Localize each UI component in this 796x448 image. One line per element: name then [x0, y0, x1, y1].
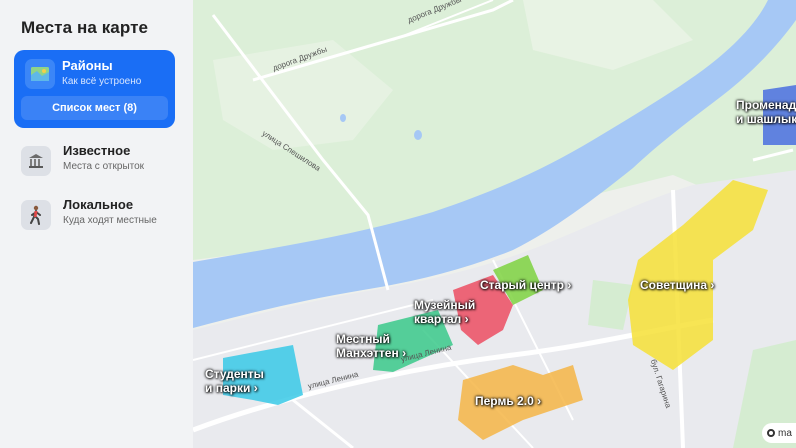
card-subtitle: Куда ходят местные [63, 215, 157, 226]
district-label-manhattan[interactable]: Местный Манхэттен › [336, 332, 406, 360]
walking-person-icon [21, 200, 51, 230]
map-icon [25, 59, 55, 89]
museum-icon [21, 146, 51, 176]
card-title: Известное [63, 143, 131, 158]
district-label-perm2[interactable]: Пермь 2.0 › [475, 394, 541, 408]
district-label-stary-centr[interactable]: Старый центр › [480, 278, 571, 292]
card-title: Районы [62, 58, 113, 73]
district-label-sovetshchina[interactable]: Советщина › [640, 278, 714, 292]
sidebar: Места на карте Районы Как всё устроено С… [0, 0, 193, 448]
district-label-studenty[interactable]: Студенты и парки › [205, 367, 264, 395]
district-label-muzey-kvartal[interactable]: Музейный квартал › [414, 298, 475, 326]
district-label-promenad[interactable]: Променад и шашлыки [736, 98, 796, 126]
map-provider-logo: ma [762, 423, 796, 443]
places-list-button[interactable]: Список мест (8) [21, 96, 168, 120]
card-subtitle: Места с открыток [63, 161, 145, 172]
sidebar-title: Места на карте [21, 18, 149, 37]
logo-icon [767, 429, 775, 437]
card-title: Локальное [63, 197, 134, 212]
card-subtitle: Как всё устроено [62, 76, 142, 87]
category-card-local[interactable]: Локальное Куда ходят местные [14, 193, 175, 237]
category-card-famous[interactable]: Известное Места с открыток [14, 139, 175, 183]
map-view[interactable]: дорога Дружбы дорога Дружбы улица Спешил… [193, 0, 796, 448]
category-card-districts[interactable]: Районы Как всё устроено Список мест (8) [14, 50, 175, 128]
